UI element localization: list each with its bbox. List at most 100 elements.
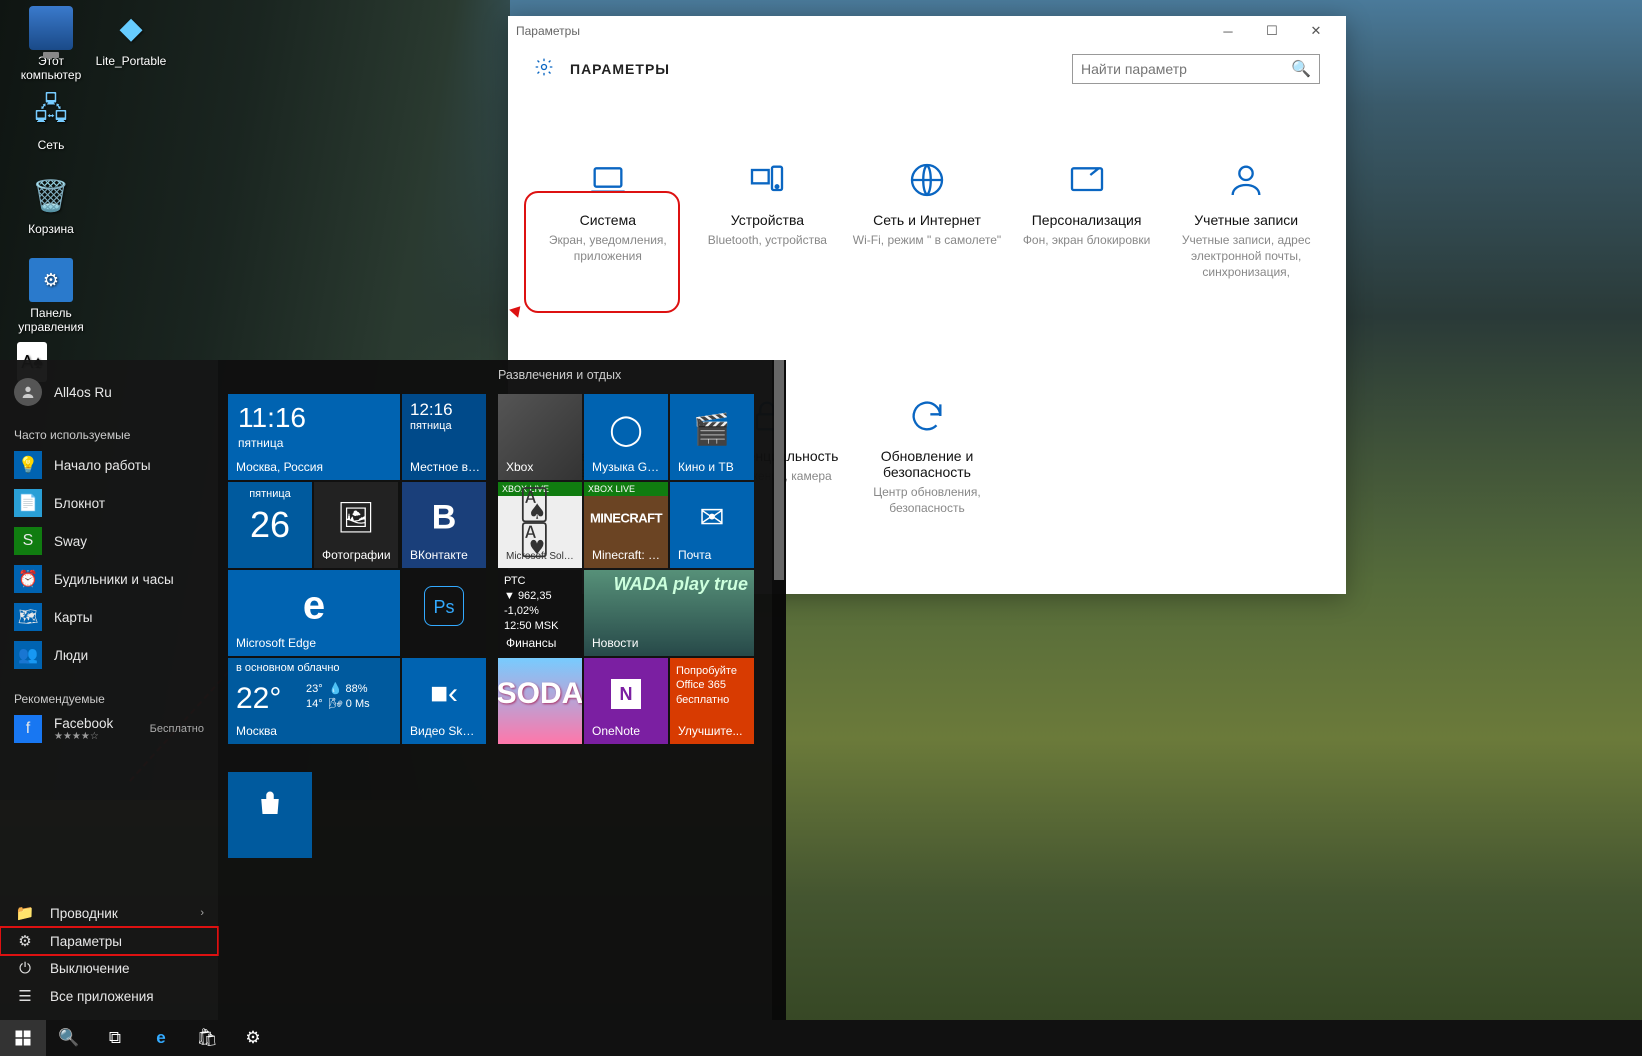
tile-office[interactable]: Попробуйте Office 365 бесплатно Улучшите… <box>670 658 754 744</box>
frequent-item-1[interactable]: 📄Блокнот <box>0 484 218 522</box>
tile-weather[interactable]: в основном облачно 22° 23° 💧 88% 14° 🌬 0… <box>228 658 400 744</box>
tile-calendar[interactable]: пятница 26 <box>228 482 312 568</box>
start-bottom-Параметры[interactable]: ⚙Параметры <box>0 927 218 955</box>
vk-icon: B <box>432 499 457 538</box>
chevron-right-icon: › <box>200 907 204 919</box>
frequent-item-3[interactable]: ⏰Будильники и часы <box>0 560 218 598</box>
system-icon: ☰ <box>14 987 36 1005</box>
start-bottom-Выключение[interactable]: ⏻ Выключение <box>0 955 218 982</box>
taskbar-settings-button[interactable]: ⚙ <box>230 1020 276 1056</box>
frequent-item-4[interactable]: 🗺Карты <box>0 598 218 636</box>
mail-icon: ✉ <box>699 501 724 536</box>
tile-label: Видео Skype <box>410 724 480 738</box>
camera-icon: ■‹ <box>430 677 458 711</box>
settings-header: ПАРАМЕТРЫ 🔍 <box>508 46 1346 92</box>
desktop-icon-this-pc[interactable]: Этот компьютер <box>12 6 90 82</box>
app-icon: 💡 <box>14 451 42 479</box>
weather-temp: 22° <box>236 682 281 716</box>
app-icon: 👥 <box>14 641 42 669</box>
search-icon: 🔍 <box>1291 59 1311 79</box>
tile-edge[interactable]: e Microsoft Edge <box>228 570 400 656</box>
start-bottom-Проводник[interactable]: 📁Проводник› <box>0 899 218 927</box>
category-system[interactable]: Система Экран, уведомления, приложения <box>528 152 688 338</box>
recommended-facebook[interactable]: f Facebook ★★★★☆ Бесплатно <box>0 710 218 748</box>
category-desc: Wi-Fi, режим " в самолете" <box>851 232 1003 248</box>
frequent-label: Начало работы <box>54 458 151 473</box>
tile-clock[interactable]: 11:16 пятница Москва, Россия <box>228 394 400 480</box>
start-bottom-Все приложения[interactable]: ☰Все приложения <box>0 982 218 1010</box>
tile-label: Москва, Россия <box>236 460 394 474</box>
local-day: пятница <box>410 420 452 432</box>
titlebar[interactable]: Параметры ─ ☐ ✕ <box>508 16 1346 46</box>
taskbar-edge-button[interactable]: e <box>138 1020 184 1056</box>
tile-cinema[interactable]: 🎬 Кино и ТВ <box>670 394 754 480</box>
photoshop-icon: Ps <box>424 586 464 626</box>
devices-icon <box>745 158 789 202</box>
category-desc: Фон, экран блокировки <box>1011 232 1163 248</box>
window-title: Параметры <box>516 24 580 38</box>
tile-minecraft[interactable]: XBOX LIVE MINECRAFT Minecraft: Wi... <box>584 482 668 568</box>
scrollbar-thumb[interactable] <box>774 360 784 580</box>
system-icon: ⏻ <box>14 960 36 977</box>
tile-mail[interactable]: ✉ Почта <box>670 482 754 568</box>
frequent-item-2[interactable]: SSway <box>0 522 218 560</box>
category-personalization[interactable]: Персонализация Фон, экран блокировки <box>1007 152 1167 338</box>
tile-vk[interactable]: B ВКонтакте <box>402 482 486 568</box>
tile-news[interactable]: WADA play true Новости <box>584 570 754 656</box>
app-icon: ◆ <box>109 6 153 50</box>
category-network[interactable]: Сеть и Интернет Wi-Fi, режим " в самолет… <box>847 152 1007 338</box>
category-update[interactable]: Обновление и безопасность Центр обновлен… <box>847 388 1007 574</box>
search-input[interactable] <box>1081 61 1291 77</box>
tile-store[interactable] <box>228 772 312 858</box>
desktop-icon-label: Этот компьютер <box>12 54 90 82</box>
tile-xbox[interactable]: Xbox <box>498 394 582 480</box>
tile-label: Minecraft: Wi... <box>592 548 662 562</box>
taskbar-search-button[interactable]: 🔍 <box>46 1020 92 1056</box>
gear-icon <box>534 57 554 82</box>
cal-num: 26 <box>228 504 312 546</box>
start-tile-area[interactable]: Развлечения и отдых 11:16 пятница Москва… <box>218 360 786 1020</box>
desktop-icon-recycle-bin[interactable]: 🗑️ Корзина <box>12 174 90 236</box>
frequent-label: Люди <box>54 648 88 663</box>
tile-label: Xbox <box>506 460 576 474</box>
desktop-icon-lite-portable[interactable]: ◆ Lite_Portable <box>92 6 170 68</box>
app-icon: S <box>14 527 42 555</box>
tile-local-time[interactable]: 12:16 пятница Местное вре... <box>402 394 486 480</box>
frequent-item-5[interactable]: 👥 Люди <box>0 636 218 674</box>
category-desc: Учетные записи, адрес электронной почты,… <box>1170 232 1322 281</box>
category-desc: Экран, уведомления, приложения <box>532 232 684 264</box>
weather-wind: 0 Ms <box>346 698 370 710</box>
music-icon: ◯ <box>609 413 643 448</box>
window-maximize-button[interactable]: ☐ <box>1250 16 1294 46</box>
tile-label: Фотографии <box>322 548 392 562</box>
category-devices[interactable]: Устройства Bluetooth, устройства <box>688 152 848 338</box>
desktop-icon-control-panel[interactable]: ⚙ Панель управления <box>12 258 90 334</box>
taskbar-store-button[interactable]: 🛍 <box>184 1020 230 1056</box>
start-user[interactable]: All4os Ru <box>0 370 218 424</box>
tile-label: Финансы <box>506 636 576 650</box>
window-close-button[interactable]: ✕ <box>1294 16 1338 46</box>
start-scrollbar[interactable] <box>772 360 786 1020</box>
tile-skype[interactable]: ■‹ Видео Skype <box>402 658 486 744</box>
category-accounts[interactable]: Учетные записи Учетные записи, адрес эле… <box>1166 152 1326 338</box>
tile-music[interactable]: ◯ Музыка Groo... <box>584 394 668 480</box>
window-minimize-button[interactable]: ─ <box>1206 16 1250 46</box>
tile-photos[interactable]: 🖼 Фотографии <box>314 482 398 568</box>
start-button[interactable] <box>0 1020 46 1056</box>
category-title: Обновление и безопасность <box>851 448 1003 480</box>
tile-label: Microsoft Edge <box>236 636 394 650</box>
tile-photoshop[interactable]: Ps <box>402 570 486 656</box>
tile-onenote[interactable]: N OneNote <box>584 658 668 744</box>
bottom-label: Выключение <box>50 961 130 976</box>
recycle-icon: 🗑️ <box>29 174 73 218</box>
tile-candy[interactable]: SODA <box>498 658 582 744</box>
weather-hi: 23° <box>306 683 323 695</box>
tile-finance[interactable]: РТС ▼ 962,35 -1,02% 12:50 MSK Финансы <box>498 570 582 656</box>
settings-search[interactable]: 🔍 <box>1072 54 1320 84</box>
taskbar-taskview-button[interactable]: ⧉ <box>92 1020 138 1056</box>
tile-solitaire[interactable]: XBOX LIVE 🂡🂱 Microsoft Solitaire Collect… <box>498 482 582 568</box>
tile-label: Почта <box>678 548 748 562</box>
category-title: Сеть и Интернет <box>851 212 1003 228</box>
frequent-item-0[interactable]: 💡 Начало работы <box>0 446 218 484</box>
desktop-icon-network[interactable]: 🖧 Сеть <box>12 90 90 152</box>
